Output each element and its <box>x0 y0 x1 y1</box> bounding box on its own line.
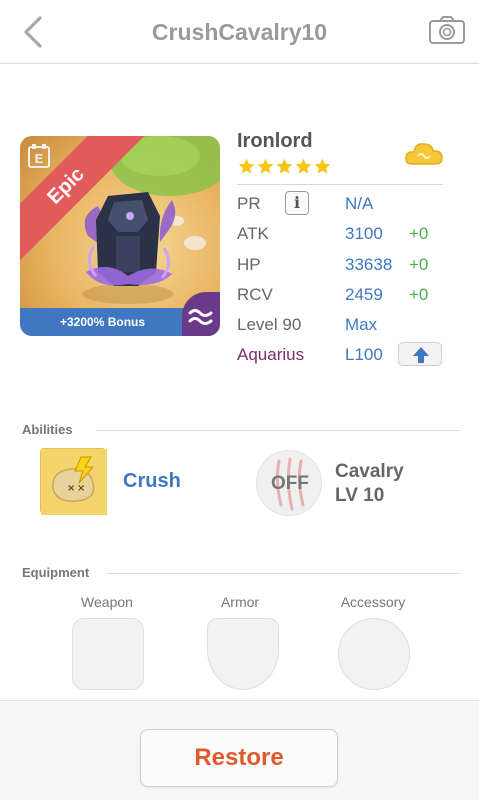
weapon-slot[interactable] <box>72 618 144 690</box>
stat-value: 3100 <box>345 224 383 243</box>
stat-row-level: Level 90 Max <box>237 315 447 341</box>
stat-bonus: +0 <box>409 224 429 243</box>
ability-icon[interactable]: × × <box>40 448 107 515</box>
stat-bonus: +0 <box>409 255 429 274</box>
stat-value: Max <box>345 315 378 334</box>
stat-value: 2459 <box>345 285 383 304</box>
evolution-badge-icon: E <box>28 144 50 168</box>
top-bar: CrushCavalry10 <box>0 0 479 64</box>
stat-row-hp: HP 33638 +0 <box>237 255 447 281</box>
star-icon <box>238 158 255 174</box>
restore-button[interactable]: Restore <box>140 729 338 787</box>
star-icon <box>314 158 331 174</box>
info-icon[interactable]: i <box>285 191 309 215</box>
unit-name: Ironlord <box>237 130 313 152</box>
stat-row-aquarius: Aquarius L100 <box>237 342 447 371</box>
accessory-slot[interactable] <box>338 618 410 690</box>
skill-toggle[interactable]: OFF <box>256 450 322 516</box>
page-title: CrushCavalry10 <box>151 19 328 45</box>
stat-row-atk: ATK 3100 +0 <box>237 224 447 250</box>
accessory-label: Accessory <box>340 594 406 610</box>
stat-bonus: +0 <box>409 285 429 304</box>
arrow-up-icon <box>413 347 429 363</box>
camera-icon <box>429 16 465 44</box>
bottom-bar: Restore <box>0 700 479 800</box>
stat-value: 33638 <box>345 255 393 274</box>
star-icon <box>295 158 312 174</box>
upgrade-button[interactable] <box>398 342 442 366</box>
svg-text:×: × <box>77 483 85 494</box>
star-icon <box>257 158 274 174</box>
stat-value: L100 <box>345 345 383 364</box>
section-divider <box>107 573 460 574</box>
ability-name[interactable]: Crush <box>123 470 181 493</box>
element-badge <box>182 292 220 336</box>
skill-status: OFF <box>271 473 309 494</box>
abilities-heading: Abilities <box>22 422 73 437</box>
section-divider <box>96 430 460 431</box>
stat-label: HP <box>237 255 261 274</box>
stat-label: PR <box>237 194 261 213</box>
ironlord-figure <box>82 192 176 304</box>
zodiac-label: Aquarius <box>237 345 305 364</box>
water-wave-icon <box>188 309 213 325</box>
unit-portrait[interactable]: Epic E +3200% Bonus <box>20 136 220 336</box>
stat-label: ATK <box>237 224 269 243</box>
star-rating <box>237 157 332 177</box>
stat-row-pr: PR i N/A <box>237 191 447 220</box>
stat-label: RCV <box>237 285 273 304</box>
info-divider <box>237 184 443 185</box>
stat-label: Level 90 <box>237 315 302 334</box>
skill-info: Cavalry LV 10 <box>335 460 404 508</box>
weapon-label: Weapon <box>81 594 133 610</box>
svg-text:E: E <box>35 151 44 166</box>
armor-slot[interactable] <box>207 618 279 690</box>
equipment-heading: Equipment <box>22 565 90 580</box>
skill-name: Cavalry <box>335 461 404 482</box>
armor-label: Armor <box>220 594 260 610</box>
stat-value: N/A <box>345 194 374 213</box>
camera-button[interactable] <box>428 14 466 46</box>
stat-row-rcv: RCV 2459 +0 <box>237 285 447 311</box>
skill-level: LV 10 <box>335 485 385 506</box>
cloud-skill-icon[interactable] <box>404 138 444 170</box>
star-icon <box>276 158 293 174</box>
crush-ability-icon: × × <box>41 449 107 515</box>
svg-text:×: × <box>67 483 75 494</box>
